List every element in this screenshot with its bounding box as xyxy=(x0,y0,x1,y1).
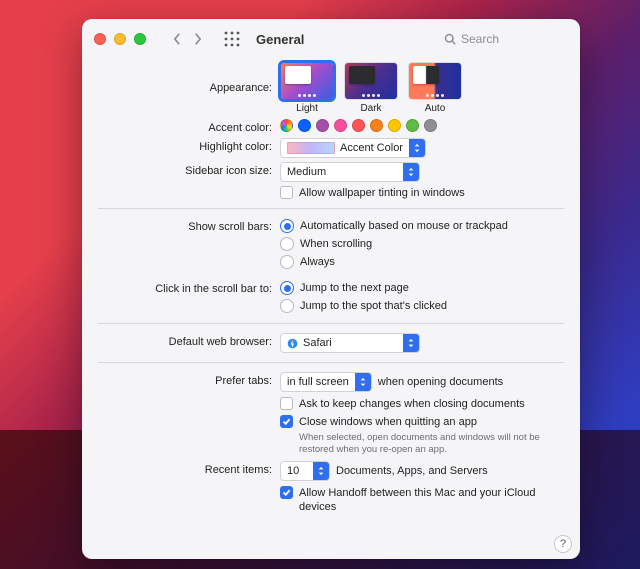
accent-color-picker xyxy=(280,119,437,132)
safari-icon xyxy=(287,338,298,349)
recent-items-suffix: Documents, Apps, and Servers xyxy=(336,465,488,477)
separator xyxy=(98,208,564,209)
scroll-bars-option[interactable]: When scrolling xyxy=(280,236,558,252)
handoff-checkbox[interactable]: Allow Handoff between this Mac and your … xyxy=(280,486,558,514)
highlight-swatch-icon xyxy=(287,142,335,154)
close-windows-checkbox[interactable]: Close windows when quitting an app xyxy=(280,415,558,429)
search-placeholder: Search xyxy=(461,32,499,46)
default-browser-select[interactable]: Safari xyxy=(280,333,420,353)
sidebar-icon-size-label: Sidebar icon size: xyxy=(82,162,280,177)
minimize-window-button[interactable] xyxy=(114,33,126,45)
accent-color-swatch[interactable] xyxy=(388,119,401,132)
prefer-tabs-suffix: when opening documents xyxy=(378,376,503,388)
highlight-color-select[interactable]: Accent Color xyxy=(280,138,426,158)
ask-keep-changes-checkbox[interactable]: Ask to keep changes when closing documen… xyxy=(280,397,558,411)
appearance-options: Light Dark Auto xyxy=(280,62,462,114)
accent-color-swatch[interactable] xyxy=(370,119,383,132)
scroll-bars-option[interactable]: Automatically based on mouse or trackpad xyxy=(280,218,558,234)
search-icon xyxy=(444,33,456,45)
accent-color-swatch[interactable] xyxy=(406,119,419,132)
accent-color-swatch[interactable] xyxy=(334,119,347,132)
back-button[interactable] xyxy=(168,28,186,50)
window-title: General xyxy=(256,32,304,47)
accent-color-swatch[interactable] xyxy=(316,119,329,132)
zoom-window-button[interactable] xyxy=(134,33,146,45)
wallpaper-tint-checkbox[interactable]: Allow wallpaper tinting in windows xyxy=(280,186,558,200)
prefer-tabs-label: Prefer tabs: xyxy=(82,372,280,387)
recent-items-select[interactable]: 10 xyxy=(280,461,330,481)
click-scroll-option[interactable]: Jump to the next page xyxy=(280,280,558,296)
show-all-button[interactable] xyxy=(224,31,240,47)
highlight-color-label: Highlight color: xyxy=(82,138,280,153)
accent-color-swatch[interactable] xyxy=(424,119,437,132)
help-button[interactable]: ? xyxy=(554,535,572,553)
close-windows-hint: When selected, open documents and window… xyxy=(299,432,558,456)
appearance-auto[interactable]: Auto xyxy=(408,62,462,114)
appearance-light[interactable]: Light xyxy=(280,62,334,114)
click-scroll-bar-label: Click in the scroll bar to: xyxy=(82,280,280,295)
scroll-bars-option[interactable]: Always xyxy=(280,254,558,270)
appearance-label: Appearance: xyxy=(82,62,280,94)
appearance-dark[interactable]: Dark xyxy=(344,62,398,114)
accent-color-swatch[interactable] xyxy=(298,119,311,132)
separator xyxy=(98,362,564,363)
window-controls xyxy=(94,33,146,45)
sidebar-icon-size-select[interactable]: Medium xyxy=(280,162,420,182)
close-window-button[interactable] xyxy=(94,33,106,45)
search-field[interactable]: Search xyxy=(438,29,568,49)
show-scroll-bars-label: Show scroll bars: xyxy=(82,218,280,233)
forward-button[interactable] xyxy=(188,28,206,50)
click-scroll-option[interactable]: Jump to the spot that's clicked xyxy=(280,298,558,314)
accent-color-label: Accent color: xyxy=(82,119,280,134)
accent-color-swatch[interactable] xyxy=(280,119,293,132)
default-browser-label: Default web browser: xyxy=(82,333,280,348)
separator xyxy=(98,323,564,324)
accent-color-swatch[interactable] xyxy=(352,119,365,132)
content-area: Appearance: Light Dark Auto xyxy=(82,59,580,559)
preferences-window: General Search Appearance: Light Dark xyxy=(82,19,580,559)
titlebar: General Search xyxy=(82,19,580,59)
prefer-tabs-select[interactable]: in full screen xyxy=(280,372,372,392)
recent-items-label: Recent items: xyxy=(82,461,280,476)
